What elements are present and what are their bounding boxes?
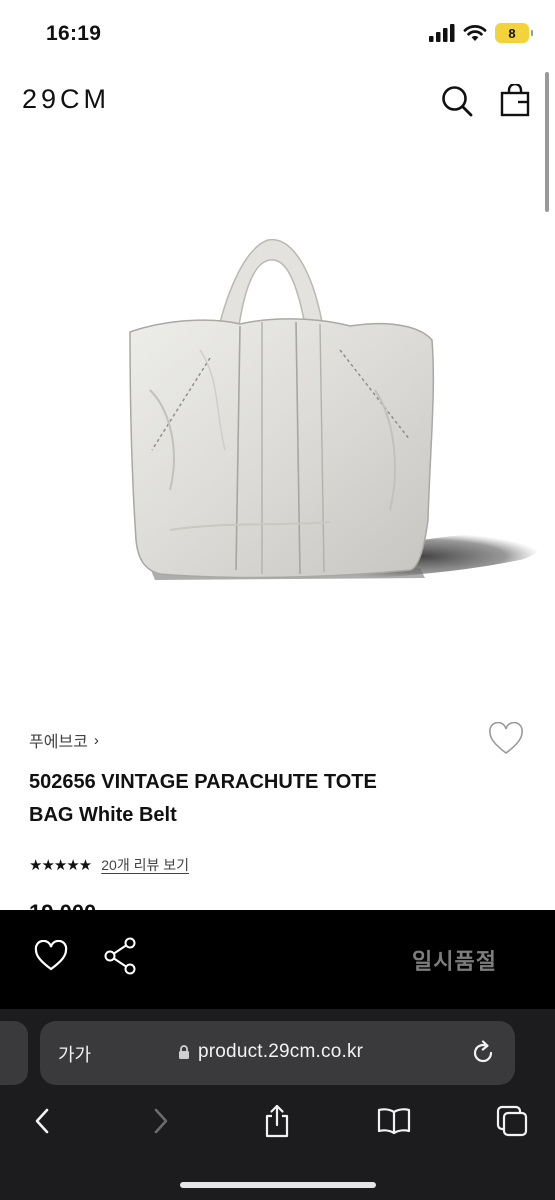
heart-icon[interactable] [34,940,68,972]
status-time: 16:19 [46,22,102,45]
back-icon [35,1108,49,1134]
address-bar[interactable]: 가가 product.29cm.co.kr [40,1021,515,1085]
browser-toolbar [0,1097,555,1147]
wifi-icon [463,25,487,41]
forward-icon [154,1108,168,1134]
logo[interactable]: 29CM [22,84,110,115]
url-display[interactable]: product.29cm.co.kr [178,1041,363,1063]
product-title-line-2: BAG White Belt [29,804,177,826]
purchase-bar: 일시품절 [0,910,555,1009]
back-button[interactable] [24,1103,60,1139]
heart-icon[interactable] [488,722,524,756]
rating-stars: ★★★★★ [29,857,92,874]
status-icons: 8 [429,23,533,43]
tabs-icon [496,1105,528,1137]
battery-icon: 8 [495,23,533,43]
share-icon [265,1104,289,1138]
brand-link[interactable]: 푸에브코 › [29,728,99,752]
forward-button[interactable] [143,1103,179,1139]
bookmarks-button[interactable] [376,1103,412,1139]
home-indicator [180,1182,376,1188]
price: 19,000 [29,898,96,910]
shopping-bag-icon[interactable] [498,84,532,118]
search-icon[interactable] [440,84,474,118]
bookmarks-icon [377,1108,411,1135]
brand-name: 푸에브코 [29,734,88,751]
text-size-button[interactable]: 가가 [58,1041,91,1067]
url-text: product.29cm.co.kr [198,1041,364,1062]
share-button[interactable] [259,1103,295,1139]
rating-row: ★★★★★ 20개 리뷰 보기 [29,855,189,875]
previous-tab-preview[interactable] [0,1021,28,1085]
tabs-button[interactable] [494,1103,530,1139]
lock-icon [179,1045,189,1059]
signal-icon [429,24,455,42]
product-image[interactable] [0,150,555,690]
review-link[interactable]: 20개 리뷰 보기 [101,855,189,875]
product-title-line-1: 502656 VINTAGE PARACHUTE TOTE [29,771,377,793]
battery-level: 8 [508,25,516,41]
status-bar: 16:19 8 [0,0,555,70]
product-title: 502656 VINTAGE PARACHUTE TOTE BAG White … [29,766,469,832]
browser-chrome: 가가 product.29cm.co.kr [0,1009,555,1200]
share-icon[interactable] [103,937,137,975]
chevron-right-icon: › [93,731,99,749]
app-header: 29CM [0,70,555,134]
soldout-label: 일시품절 [412,949,497,974]
reload-icon[interactable] [469,1039,497,1067]
